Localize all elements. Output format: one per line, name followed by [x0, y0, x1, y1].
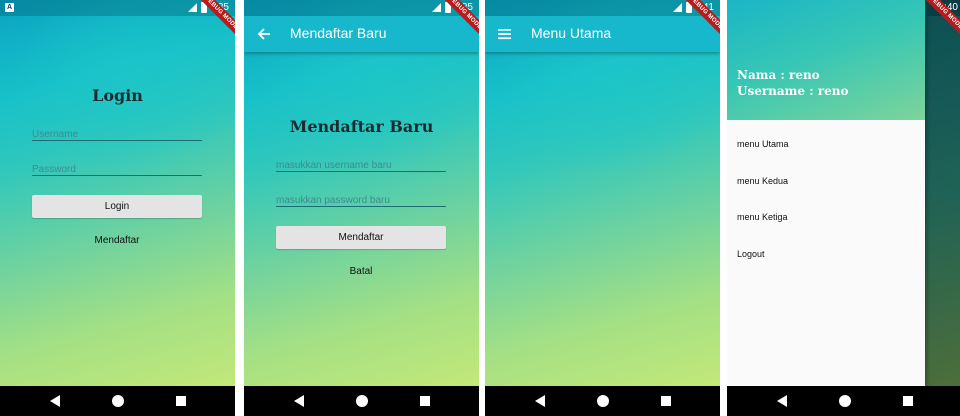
recents-icon[interactable]: [420, 396, 430, 406]
back-icon[interactable]: [535, 395, 545, 407]
home-icon[interactable]: [839, 395, 851, 407]
back-arrow-icon[interactable]: [256, 26, 272, 42]
password-field[interactable]: [32, 159, 202, 176]
page-title: Login: [92, 86, 143, 105]
appbar-title: Mendaftar Baru: [290, 25, 387, 41]
status-bar: 9:35: [244, 0, 479, 16]
background-gradient: [0, 0, 235, 386]
notification-icon: A: [5, 3, 14, 12]
system-nav-bar: [727, 386, 960, 416]
back-icon[interactable]: [777, 395, 787, 407]
drawer-scrim[interactable]: [925, 0, 960, 386]
user-username: Username : reno: [737, 84, 849, 98]
drawer-header: Nama : reno Username : reno: [727, 0, 925, 120]
status-bar: 9:41: [485, 0, 720, 16]
recents-icon[interactable]: [903, 396, 913, 406]
register-link[interactable]: Mendaftar: [32, 235, 202, 246]
system-nav-bar: [244, 386, 479, 416]
menu-item-logout[interactable]: Logout: [737, 249, 765, 259]
register-button[interactable]: Mendaftar: [276, 226, 446, 249]
recents-icon[interactable]: [176, 396, 186, 406]
background-gradient: [485, 0, 720, 386]
cancel-link[interactable]: Batal: [276, 266, 446, 277]
back-icon[interactable]: [294, 395, 304, 407]
system-nav-bar: [485, 386, 720, 416]
navigation-drawer: Nama : reno Username : reno menu Utama m…: [727, 0, 925, 386]
back-icon[interactable]: [50, 395, 60, 407]
username-field[interactable]: [32, 124, 202, 141]
recents-icon[interactable]: [661, 396, 671, 406]
menu-item-ketiga[interactable]: menu Ketiga: [737, 212, 788, 222]
main-menu-screen: 9:41 DEBUG MODE Menu Utama: [485, 0, 720, 416]
signal-icon: [188, 3, 197, 12]
login-screen: A 9:35 DEBUG MODE Login Login Mendaftar: [0, 0, 235, 416]
menu-item-kedua[interactable]: menu Kedua: [737, 176, 788, 186]
app-bar: Mendaftar Baru: [244, 16, 479, 52]
user-name: Nama : reno: [737, 68, 820, 82]
home-icon[interactable]: [112, 395, 124, 407]
register-screen: 9:35 DEBUG MODE Mendaftar Baru Mendaftar…: [244, 0, 479, 416]
new-username-field[interactable]: [276, 155, 446, 172]
home-icon[interactable]: [356, 395, 368, 407]
appbar-title: Menu Utama: [531, 25, 612, 41]
page-title: Mendaftar Baru: [289, 117, 434, 136]
drawer-screen: 9:40 DEBUG MODE Nama : reno Username : r…: [727, 0, 960, 416]
home-icon[interactable]: [597, 395, 609, 407]
login-button[interactable]: Login: [32, 195, 202, 218]
password-input[interactable]: [32, 164, 202, 175]
new-password-input[interactable]: [276, 195, 446, 206]
menu-item-utama[interactable]: menu Utama: [737, 139, 789, 149]
system-nav-bar: [0, 386, 235, 416]
new-username-input[interactable]: [276, 160, 446, 171]
username-input[interactable]: [32, 129, 202, 140]
status-bar: A 9:35: [0, 0, 235, 16]
hamburger-menu-icon[interactable]: [497, 26, 513, 42]
new-password-field[interactable]: [276, 190, 446, 207]
signal-icon: [673, 3, 682, 12]
signal-icon: [432, 3, 441, 12]
app-bar: Menu Utama: [485, 16, 720, 52]
